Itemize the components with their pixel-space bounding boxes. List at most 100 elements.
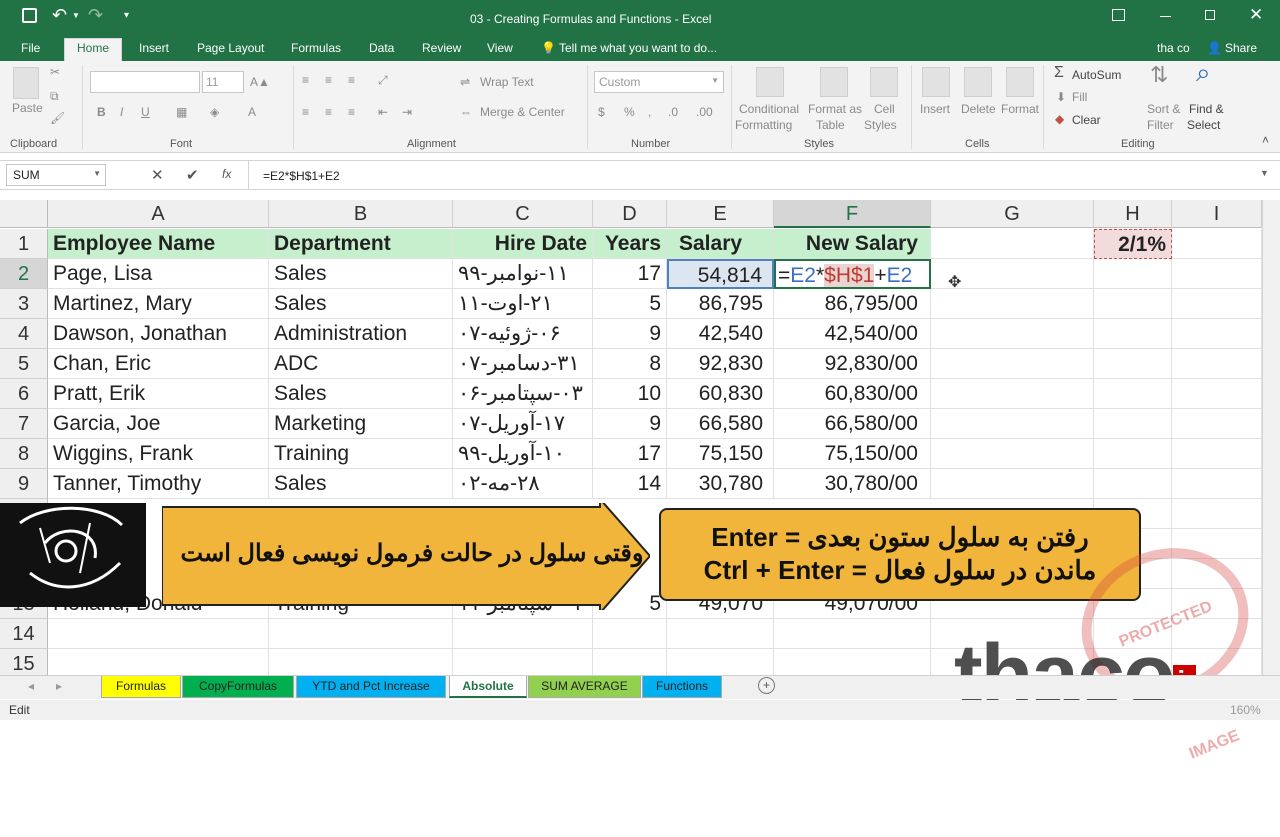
percent-style-icon[interactable]: %: [624, 105, 635, 120]
cell-a3[interactable]: Martinez, Mary: [48, 289, 269, 319]
row-header-6[interactable]: 6: [0, 379, 48, 409]
cell-i1[interactable]: [1172, 229, 1262, 259]
grow-font-icon[interactable]: A▲: [250, 75, 270, 90]
sheet-tab-formulas[interactable]: Formulas: [101, 676, 181, 698]
cell-styles-line1[interactable]: Cell: [874, 102, 895, 117]
font-name-box[interactable]: [90, 71, 200, 93]
cell-g6[interactable]: [931, 379, 1094, 409]
user-name[interactable]: tha co: [1157, 41, 1190, 55]
row-header-9[interactable]: 9: [0, 469, 48, 499]
copy-icon[interactable]: ⧉: [50, 89, 59, 104]
cell-b3[interactable]: Sales: [269, 289, 453, 319]
cell-i7[interactable]: [1172, 409, 1262, 439]
cell-b9[interactable]: Sales: [269, 469, 453, 499]
bold-button[interactable]: B: [97, 105, 106, 120]
format-painter-icon[interactable]: 🖌: [50, 111, 65, 126]
cell-d14[interactable]: [593, 619, 667, 649]
paste-icon[interactable]: [13, 67, 39, 99]
cell-d9[interactable]: 14: [593, 469, 667, 499]
cell-g1[interactable]: [931, 229, 1094, 259]
cell-e4[interactable]: 42,540: [667, 319, 774, 349]
cell-c6[interactable]: ۰۳-سپتامبر-۰۶: [453, 379, 593, 409]
cell-f9[interactable]: 30,780/00: [774, 469, 931, 499]
decrease-indent-icon[interactable]: ⇤: [378, 105, 388, 120]
cell-d4[interactable]: 9: [593, 319, 667, 349]
share-button[interactable]: Share: [1225, 41, 1257, 55]
cell-f2[interactable]: =E2*$H$1+E2: [774, 259, 931, 289]
cell-i5[interactable]: [1172, 349, 1262, 379]
underline-button[interactable]: U: [141, 105, 150, 120]
align-top-icon[interactable]: ≡: [302, 73, 309, 88]
zoom-level[interactable]: 160%: [1230, 703, 1261, 717]
close-icon[interactable]: ✕: [1249, 5, 1263, 25]
insert-cells-button[interactable]: Insert: [920, 102, 950, 117]
cell-a9[interactable]: Tanner, Timothy: [48, 469, 269, 499]
cell-g2[interactable]: [931, 259, 1094, 289]
tab-page-layout[interactable]: Page Layout: [197, 41, 264, 55]
column-header-b[interactable]: B: [269, 200, 453, 228]
align-right-icon[interactable]: ≡: [348, 105, 355, 120]
row-header-14[interactable]: 14: [0, 619, 48, 649]
insert-function-button[interactable]: fx: [222, 167, 231, 181]
tell-me-search[interactable]: Tell me what you want to do...: [559, 41, 717, 55]
cell-g4[interactable]: [931, 319, 1094, 349]
cell-b6[interactable]: Sales: [269, 379, 453, 409]
cell-b15[interactable]: [269, 649, 453, 675]
conditional-formatting-line2[interactable]: Formatting: [735, 118, 792, 133]
cell-c4[interactable]: ۰۶-ژوئیه-۰۷: [453, 319, 593, 349]
cell-f15[interactable]: [774, 649, 931, 675]
column-header-i[interactable]: I: [1172, 200, 1262, 228]
cell-b5[interactable]: ADC: [269, 349, 453, 379]
cell-h9[interactable]: [1094, 469, 1172, 499]
cell-i6[interactable]: [1172, 379, 1262, 409]
cell-b14[interactable]: [269, 619, 453, 649]
paste-button[interactable]: Paste: [12, 101, 43, 116]
fill-button[interactable]: Fill: [1072, 90, 1087, 105]
borders-icon[interactable]: ▦: [176, 105, 187, 120]
cell-styles-line2[interactable]: Styles: [864, 118, 897, 133]
cell-a2[interactable]: Page, Lisa: [48, 259, 269, 289]
cell-h6[interactable]: [1094, 379, 1172, 409]
increase-indent-icon[interactable]: ⇥: [402, 105, 412, 120]
increase-decimal-icon[interactable]: .0: [668, 105, 678, 120]
sheet-tab-ytd-and-pct-increase[interactable]: YTD and Pct Increase: [296, 676, 446, 698]
column-header-d[interactable]: D: [593, 200, 667, 228]
minimize-icon[interactable]: [1160, 16, 1171, 17]
ribbon-display-icon[interactable]: [1112, 9, 1125, 21]
cell-b8[interactable]: Training: [269, 439, 453, 469]
column-header-a[interactable]: A: [48, 200, 269, 228]
format-as-table-line2[interactable]: Table: [816, 118, 845, 133]
undo-icon[interactable]: ↶: [52, 5, 67, 26]
cell-e9[interactable]: 30,780: [667, 469, 774, 499]
sort-filter-line2[interactable]: Filter: [1147, 118, 1174, 133]
undo-dropdown-icon[interactable]: ▼: [72, 11, 80, 20]
cell-a5[interactable]: Chan, Eric: [48, 349, 269, 379]
cell-a8[interactable]: Wiggins, Frank: [48, 439, 269, 469]
cell-e1[interactable]: Salary: [667, 229, 774, 259]
select-all-button[interactable]: [0, 200, 48, 228]
cell-b2[interactable]: Sales: [269, 259, 453, 289]
add-sheet-icon[interactable]: +: [758, 677, 775, 694]
cell-e7[interactable]: 66,580: [667, 409, 774, 439]
formula-input[interactable]: =E2*$H$1+E2: [263, 169, 340, 183]
cell-f5[interactable]: 92,830/00: [774, 349, 931, 379]
column-header-g[interactable]: G: [931, 200, 1094, 228]
cell-a1[interactable]: Employee Name: [48, 229, 269, 259]
cell-a4[interactable]: Dawson, Jonathan: [48, 319, 269, 349]
tab-view[interactable]: View: [487, 41, 513, 55]
row-header-7[interactable]: 7: [0, 409, 48, 439]
cell-i2[interactable]: [1172, 259, 1262, 289]
cell-i9[interactable]: [1172, 469, 1262, 499]
tab-formulas[interactable]: Formulas: [291, 41, 341, 55]
cell-c14[interactable]: [453, 619, 593, 649]
cell-e8[interactable]: 75,150: [667, 439, 774, 469]
cell-c2[interactable]: ۱۱-نوامبر-۹۹: [453, 259, 593, 289]
conditional-formatting-line1[interactable]: Conditional: [739, 102, 799, 117]
tab-data[interactable]: Data: [369, 41, 394, 55]
column-header-e[interactable]: E: [667, 200, 774, 228]
row-header-4[interactable]: 4: [0, 319, 48, 349]
column-header-f[interactable]: F: [774, 200, 931, 228]
cell-d8[interactable]: 17: [593, 439, 667, 469]
cell-d15[interactable]: [593, 649, 667, 675]
italic-button[interactable]: I: [120, 105, 123, 120]
